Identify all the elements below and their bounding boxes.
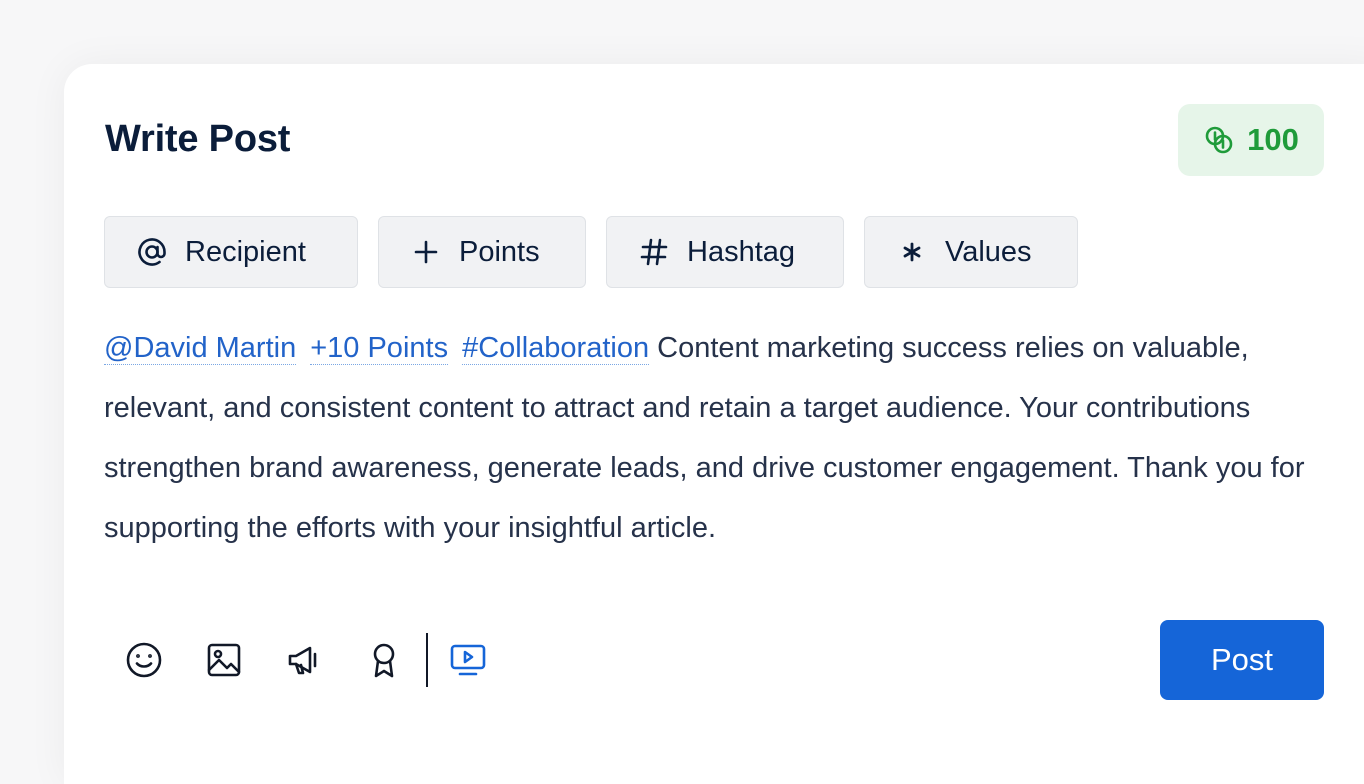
hashtag-chip-label: Hashtag bbox=[687, 235, 796, 268]
recipient-chip[interactable]: Recipient bbox=[104, 216, 358, 288]
points-balance-value: 100 bbox=[1247, 122, 1299, 157]
values-chip-label: Values bbox=[945, 235, 1032, 268]
hashtag-chip[interactable]: Hashtag bbox=[606, 216, 844, 288]
write-post-card: Write Post 100 Recipient Points Hashtag … bbox=[64, 64, 1364, 784]
emoji-icon bbox=[126, 642, 162, 678]
toolbar-divider bbox=[426, 633, 428, 687]
announcement-button[interactable] bbox=[280, 636, 328, 684]
award-button[interactable] bbox=[360, 636, 408, 684]
video-icon bbox=[450, 644, 486, 676]
hashtag-tag[interactable]: #Collaboration bbox=[462, 332, 650, 365]
at-icon bbox=[138, 238, 166, 266]
asterisk-icon bbox=[903, 242, 921, 262]
values-chip[interactable]: Values bbox=[864, 216, 1078, 288]
emoji-button[interactable] bbox=[120, 636, 168, 684]
post-message[interactable]: @David Martin +10 Points #Collaboration Co… bbox=[104, 318, 1344, 558]
points-balance-badge: 100 bbox=[1178, 104, 1324, 176]
video-button[interactable] bbox=[444, 636, 492, 684]
post-options: Recipient Points Hashtag Values bbox=[104, 216, 1078, 288]
points-chip[interactable]: Points bbox=[378, 216, 586, 288]
award-icon bbox=[373, 643, 395, 678]
coins-icon bbox=[1205, 126, 1233, 154]
recipient-tag[interactable]: @David Martin bbox=[104, 332, 297, 365]
megaphone-icon bbox=[288, 646, 317, 675]
points-chip-label: Points bbox=[459, 235, 540, 268]
hashtag-icon bbox=[640, 238, 668, 266]
recipient-chip-label: Recipient bbox=[185, 235, 306, 268]
image-button[interactable] bbox=[200, 636, 248, 684]
post-button[interactable]: Post bbox=[1160, 620, 1324, 700]
page-title: Write Post bbox=[105, 118, 291, 160]
post-toolbar bbox=[120, 632, 492, 688]
plus-icon bbox=[414, 240, 438, 264]
image-icon bbox=[207, 643, 241, 677]
points-tag[interactable]: +10 Points bbox=[310, 332, 449, 365]
